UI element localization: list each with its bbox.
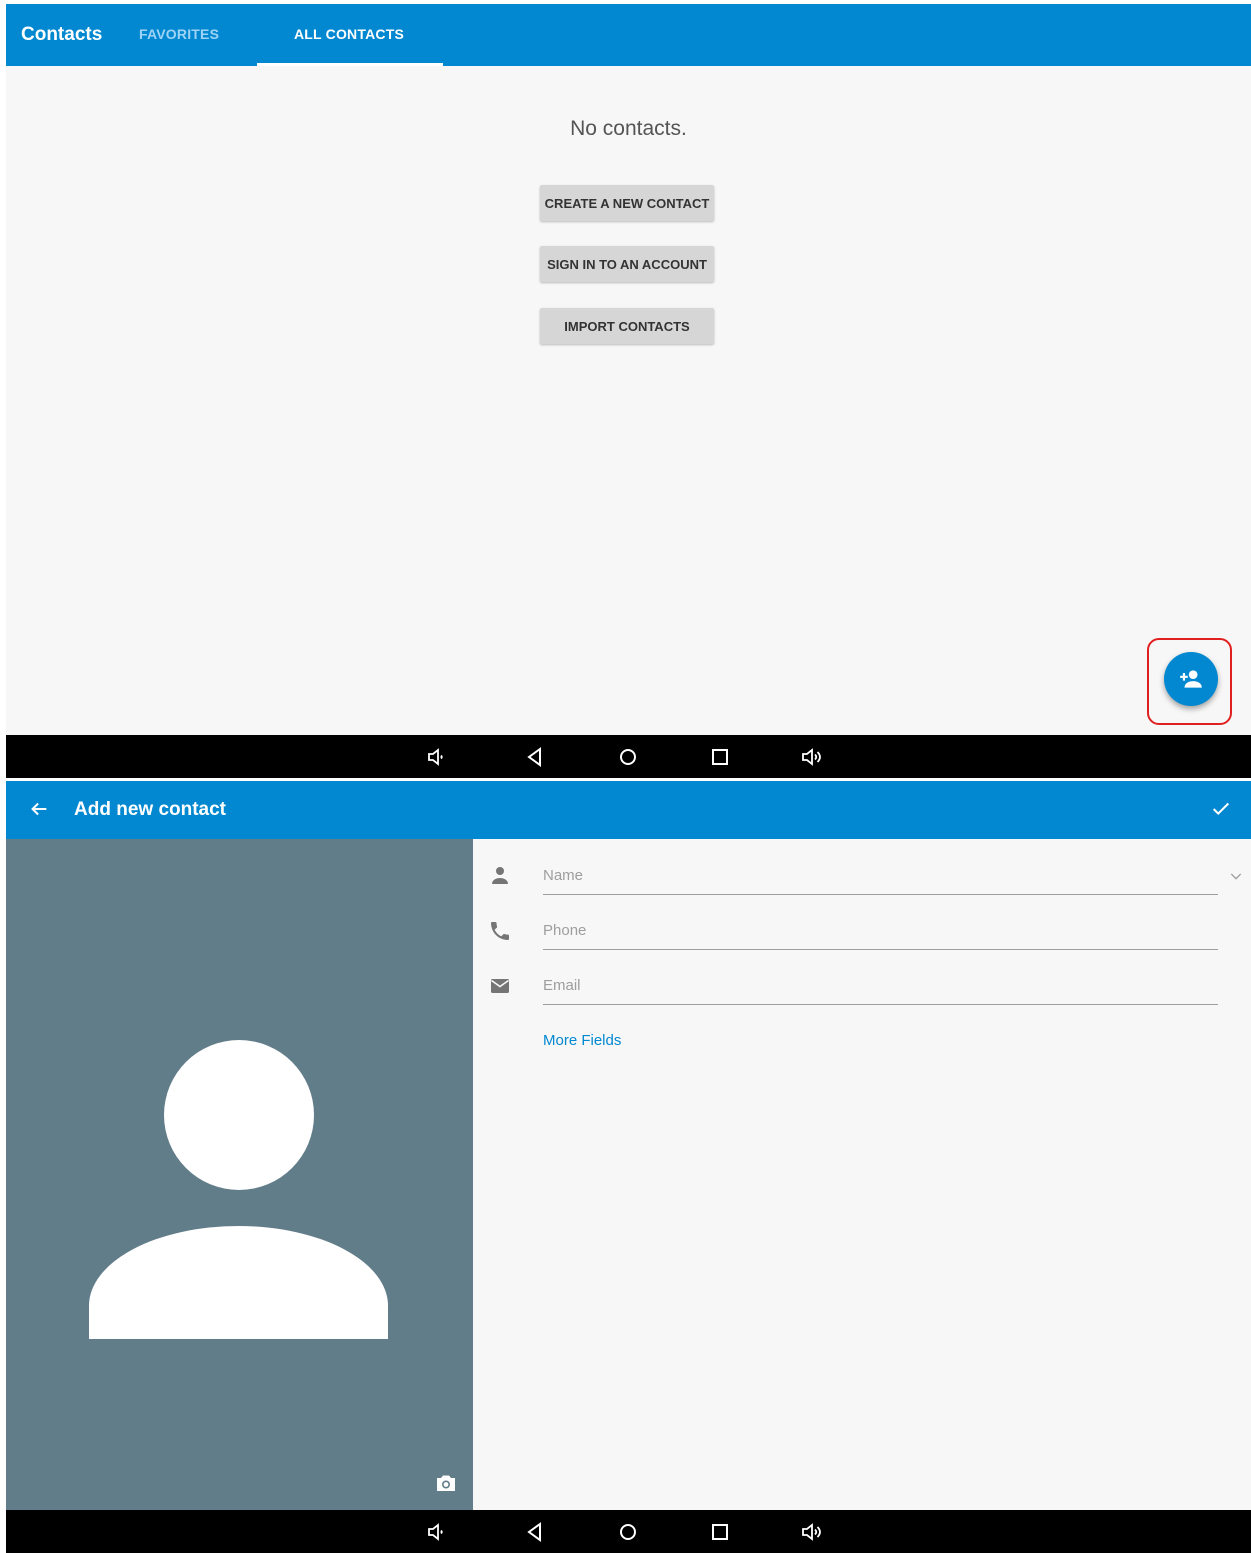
sign-in-account-button[interactable]: SIGN IN TO AN ACCOUNT [540,246,714,282]
email-field-row [488,966,1248,1006]
chevron-down-icon[interactable] [1228,868,1244,884]
contact-photo-pane[interactable] [6,839,473,1510]
volume-down-icon[interactable] [426,1520,450,1544]
volume-up-icon[interactable] [800,1520,824,1544]
avatar-placeholder-head [164,1040,314,1190]
volume-up-icon[interactable] [800,745,824,769]
create-new-contact-button[interactable]: CREATE A NEW CONTACT [540,185,714,221]
phone-field[interactable] [543,911,1218,950]
import-contacts-button[interactable]: IMPORT CONTACTS [540,308,714,344]
home-circle-icon[interactable] [616,745,640,769]
phone-icon [491,922,509,940]
app-bar: Contacts FAVORITES ALL CONTACTS [6,4,1251,66]
home-circle-icon[interactable] [616,1520,640,1544]
app-bar: Add new contact [6,781,1251,839]
recents-square-icon[interactable] [708,745,732,769]
name-field[interactable] [543,856,1218,895]
email-icon [491,979,509,993]
email-field[interactable] [543,966,1218,1005]
person-icon [492,867,508,884]
camera-icon[interactable] [434,1471,458,1495]
checkmark-icon[interactable] [1210,798,1232,820]
app-title: Contacts [21,24,103,45]
add-contact-fab[interactable] [1164,652,1218,706]
tab-indicator [257,63,443,66]
tab-all-contacts[interactable]: ALL CONTACTS [294,26,404,42]
avatar-placeholder-body [89,1226,388,1339]
more-fields-link[interactable]: More Fields [543,1032,621,1049]
arrow-back-icon[interactable] [28,798,50,820]
tab-favorites[interactable]: FAVORITES [139,26,219,42]
system-nav-bar [6,735,1251,778]
back-triangle-icon[interactable] [523,745,547,769]
system-nav-bar [6,1510,1251,1553]
contacts-list-screen: Contacts FAVORITES ALL CONTACTS No conta… [6,4,1251,778]
add-person-icon [1180,670,1202,688]
recents-square-icon[interactable] [708,1520,732,1544]
volume-down-icon[interactable] [426,745,450,769]
page-title: Add new contact [74,799,227,820]
phone-field-row [488,911,1248,951]
empty-state-message: No contacts. [570,117,687,140]
name-field-row [488,856,1248,896]
back-triangle-icon[interactable] [523,1520,547,1544]
add-contact-screen: Add new contact Name Phone Email More Fi… [6,781,1251,1553]
